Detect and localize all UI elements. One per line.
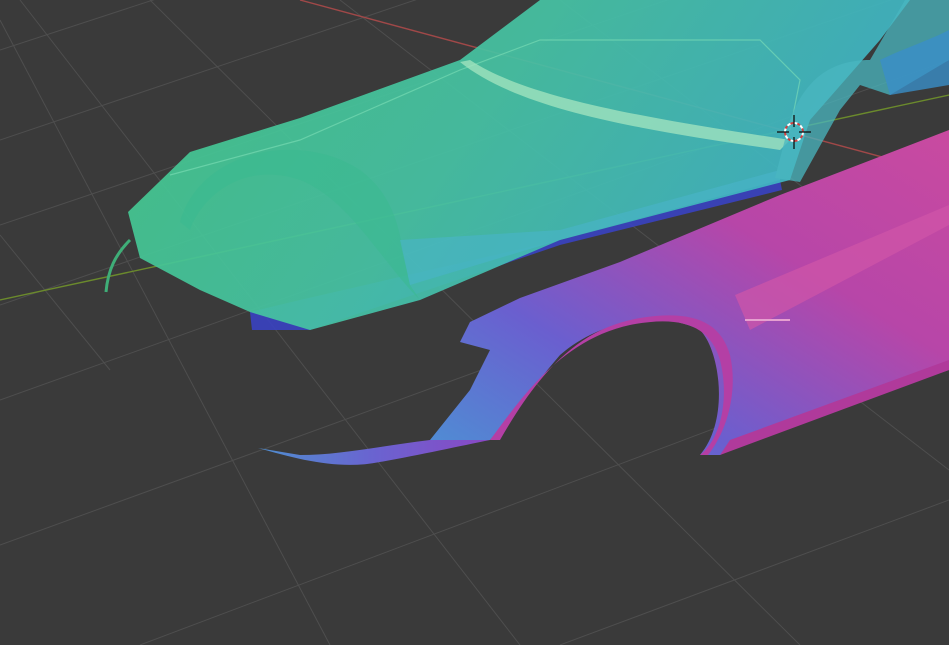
viewport-canvas[interactable] [0, 0, 949, 645]
3d-viewport[interactable] [0, 0, 949, 645]
